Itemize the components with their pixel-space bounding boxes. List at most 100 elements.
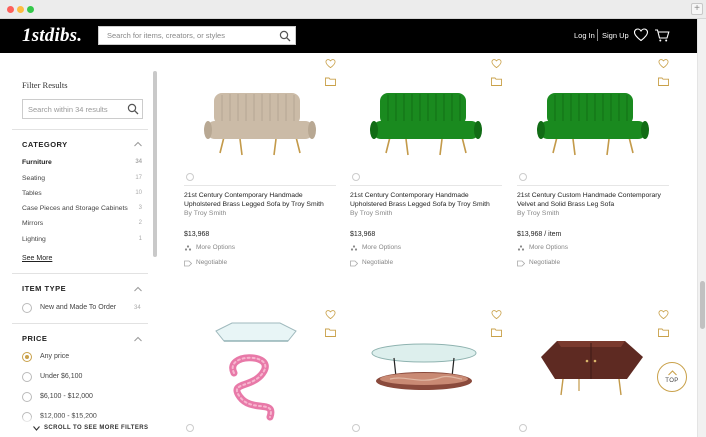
new-tab-button[interactable]: +: [691, 3, 703, 15]
sofa-drawing: [204, 93, 316, 156]
price-option-under-6100[interactable]: Under $6,100: [40, 373, 82, 380]
category-label: Seating: [22, 175, 46, 182]
search-input[interactable]: Search for items, creators, or styles: [98, 26, 296, 45]
product-image-glass-table[interactable]: [350, 313, 502, 423]
category-label: Lighting: [22, 236, 46, 243]
site-header: 1stdibs. Search for items, creators, or …: [0, 19, 697, 53]
browser-titlebar: +: [0, 0, 706, 19]
page-scrollbar-thumb[interactable]: [700, 281, 705, 329]
product-image-sofa-green-velvet[interactable]: [517, 65, 669, 175]
negotiable-icon: [517, 260, 525, 267]
back-to-top-label: TOP: [665, 378, 679, 384]
negotiable-label: Negotiable: [362, 259, 394, 266]
category-item-case-pieces[interactable]: Case Pieces and Storage Cabinets 3: [22, 205, 142, 212]
item-type-option-label[interactable]: New and Made To Order: [40, 304, 116, 311]
product-maker[interactable]: By Troy Smith: [184, 210, 226, 217]
product-price: $13,968: [350, 231, 376, 238]
cart-icon[interactable]: [654, 27, 670, 43]
info-icon[interactable]: [519, 173, 527, 181]
product-card[interactable]: 21st Century Contemporary Handmade Uphol…: [350, 53, 502, 283]
negotiable-icon: [350, 260, 358, 267]
chevron-up-icon[interactable]: [134, 141, 142, 147]
see-more-categories-link[interactable]: See More: [22, 255, 52, 262]
chevron-up-icon[interactable]: [134, 336, 142, 342]
product-maker[interactable]: By Troy Smith: [350, 210, 392, 217]
category-section-title[interactable]: CATEGORY: [22, 140, 68, 149]
category-item-seating[interactable]: Seating 17: [22, 175, 142, 182]
info-icon[interactable]: [186, 173, 194, 181]
divider: [12, 273, 148, 274]
more-options-label[interactable]: More Options: [529, 244, 568, 251]
close-window-button[interactable]: [7, 6, 14, 13]
back-to-top-button[interactable]: TOP: [657, 362, 687, 392]
product-card[interactable]: [350, 303, 502, 437]
login-link[interactable]: Log In: [574, 31, 595, 40]
product-price: $13,968: [184, 231, 210, 238]
more-options-label[interactable]: More Options: [362, 244, 401, 251]
price-section-title[interactable]: PRICE: [22, 334, 47, 343]
category-item-mirrors[interactable]: Mirrors 2: [22, 220, 142, 227]
price-radio-under-6100[interactable]: [22, 372, 32, 382]
product-price: $13,968 / item: [517, 231, 562, 238]
category-item-furniture[interactable]: Furniture 34: [22, 159, 142, 166]
price-radio-6100-12000[interactable]: [22, 392, 32, 402]
item-type-option-count: 34: [134, 305, 141, 311]
more-options-icon: [517, 245, 525, 251]
product-card[interactable]: 21st Century Custom Handmade Contemporar…: [517, 53, 669, 283]
info-icon[interactable]: [352, 173, 360, 181]
info-icon[interactable]: [352, 424, 360, 432]
maximize-window-button[interactable]: [27, 6, 34, 13]
category-count: 10: [135, 190, 142, 196]
product-title[interactable]: 21st Century Contemporary Handmade Uphol…: [350, 191, 510, 209]
product-image-sofa-green[interactable]: [350, 65, 502, 175]
glass-table-drawing: [371, 343, 477, 390]
product-title-line: 21st Century Custom Handmade Contemporar…: [517, 192, 661, 199]
price-radio-any[interactable]: [22, 352, 32, 362]
product-card[interactable]: [184, 303, 336, 437]
category-item-lighting[interactable]: Lighting 1: [22, 236, 142, 243]
product-image-cabinet[interactable]: [517, 313, 669, 423]
product-title-line: 21st Century Contemporary Handmade: [350, 192, 469, 199]
sofa-drawing: [370, 93, 482, 156]
sidebar-scrollbar[interactable]: [153, 71, 157, 257]
product-maker[interactable]: By Troy Smith: [517, 210, 559, 217]
divider: [12, 129, 148, 130]
category-count: 17: [135, 175, 142, 181]
negotiable-label: Negotiable: [529, 259, 561, 266]
info-icon[interactable]: [186, 424, 194, 432]
search-icon[interactable]: [279, 30, 291, 42]
negotiable-label: Negotiable: [196, 259, 228, 266]
category-label: Mirrors: [22, 220, 44, 227]
product-image-squiggle-table[interactable]: [184, 313, 336, 423]
filter-sidebar: Filter Results Search within 34 results …: [0, 53, 160, 437]
chevron-down-icon: [33, 426, 40, 431]
search-icon[interactable]: [127, 103, 139, 115]
price-option-6100-12000[interactable]: $6,100 - $12,000: [40, 393, 93, 400]
item-type-radio[interactable]: [22, 303, 32, 313]
more-options-label[interactable]: More Options: [196, 244, 235, 251]
info-icon[interactable]: [519, 424, 527, 432]
price-option-any[interactable]: Any price: [40, 353, 69, 360]
site-logo[interactable]: 1stdibs.: [22, 25, 82, 47]
product-card[interactable]: 21st Century Contemporary Handmade Uphol…: [184, 53, 336, 283]
sofa-drawing: [537, 93, 649, 156]
scroll-more-filters-hint[interactable]: SCROLL TO SEE MORE FILTERS: [0, 417, 160, 437]
item-type-section-title[interactable]: ITEM TYPE: [22, 284, 66, 293]
divider: [12, 323, 148, 324]
search-placeholder: Search for items, creators, or styles: [107, 31, 225, 40]
filter-search-input[interactable]: Search within 34 results: [22, 99, 143, 119]
category-item-tables[interactable]: Tables 10: [22, 190, 142, 197]
favorites-heart-icon[interactable]: [633, 27, 649, 43]
minimize-window-button[interactable]: [17, 6, 24, 13]
signup-link[interactable]: Sign Up: [602, 31, 629, 40]
filter-results-title: Filter Results: [22, 80, 68, 90]
chevron-up-icon[interactable]: [134, 286, 142, 292]
product-title[interactable]: 21st Century Custom Handmade Contemporar…: [517, 191, 677, 209]
product-title[interactable]: 21st Century Contemporary Handmade Uphol…: [184, 191, 344, 209]
cabinet-drawing: [541, 341, 643, 396]
page-scrollbar[interactable]: [697, 19, 706, 437]
product-card[interactable]: [517, 303, 669, 437]
product-image-sofa-beige[interactable]: [184, 65, 336, 175]
product-title-line: Upholstered Brass Legged Sofa by Troy Sm…: [184, 201, 324, 208]
category-label: Tables: [22, 190, 42, 197]
